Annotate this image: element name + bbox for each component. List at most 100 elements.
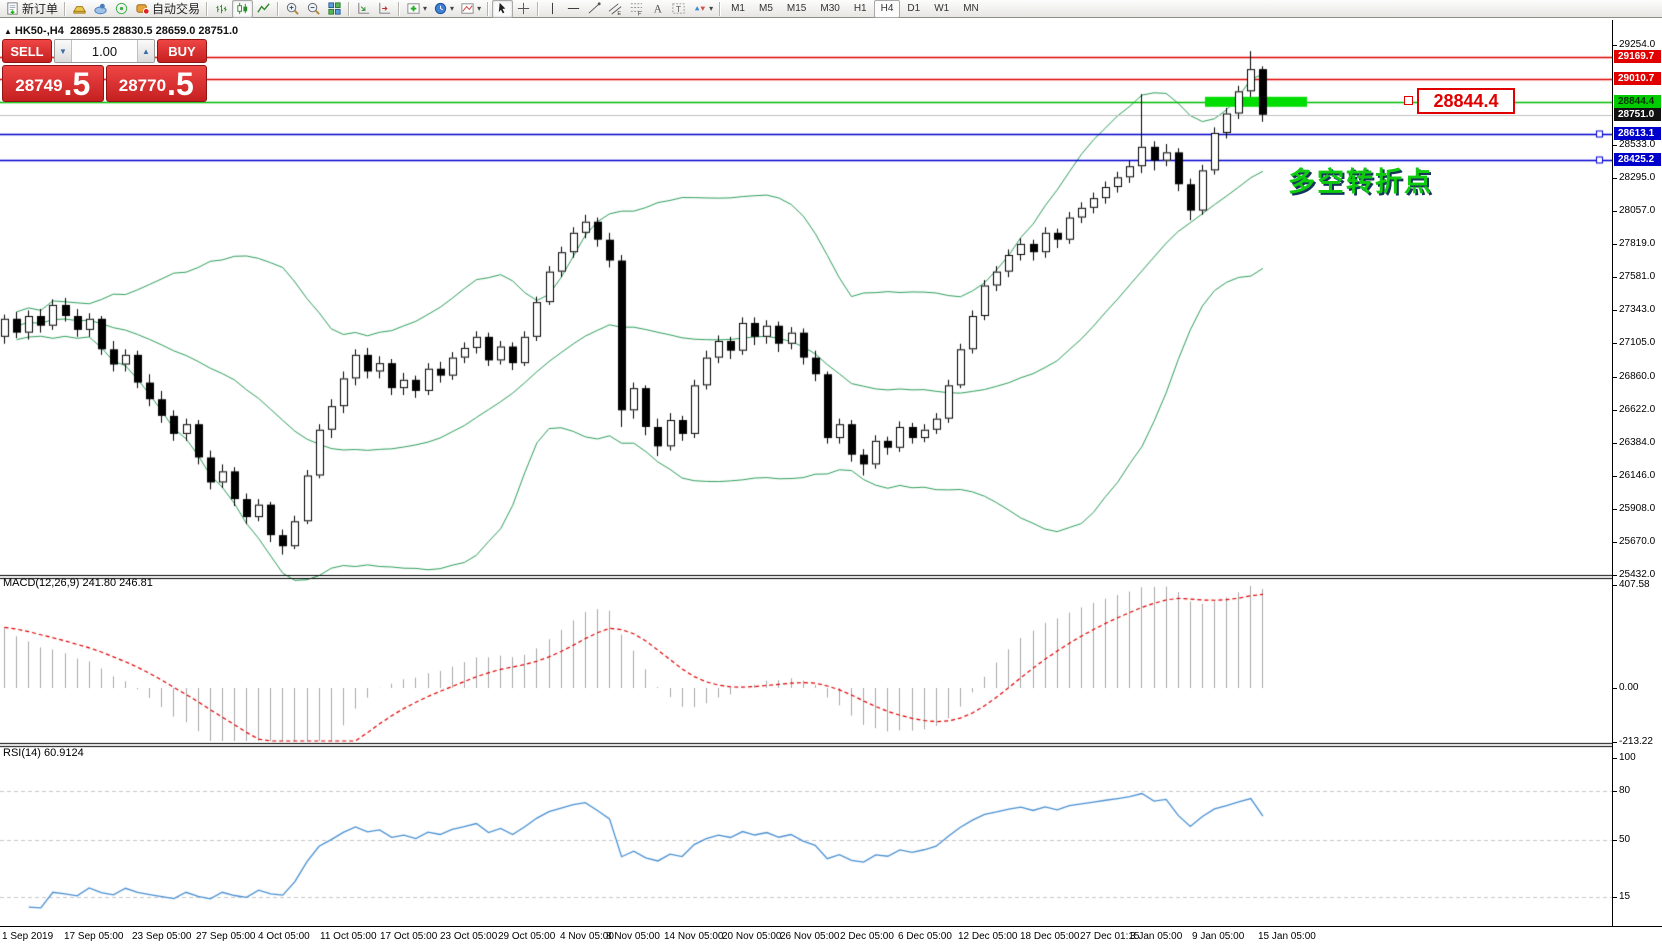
zoom-out-button[interactable] [303,0,324,18]
price-tick-label: 26146.0 [1619,470,1655,481]
svg-text:E: E [617,11,621,16]
toolbar-separator [64,2,66,16]
rsi-pane-label: RSI(14) 60.9124 [3,747,84,759]
buy-button[interactable]: BUY [157,39,207,63]
volume-decrease-button[interactable]: ▼ [55,40,72,62]
date-tick-label: 23 Sep 05:00 [132,931,192,942]
horizontal-line-button[interactable] [563,0,584,18]
doc-icon [5,1,20,16]
timeframe-h1-button[interactable]: H1 [847,0,874,18]
price-tick-label: 27581.0 [1619,271,1655,282]
timeframe-w1-button[interactable]: W1 [927,0,956,18]
volume-stepper: ▼ ▲ [54,39,155,63]
market-button[interactable] [69,0,90,18]
fibonacci-retracement-button[interactable]: F [626,0,647,18]
price-badge-28844.4: 28844.4 [1614,95,1661,108]
time-axis[interactable]: 1 Sep 201917 Sep 05:0023 Sep 05:0027 Sep… [0,926,1662,946]
timeframe-d1-button[interactable]: D1 [900,0,927,18]
trendline-button[interactable] [584,0,605,18]
price-badge-28751.0: 28751.0 [1614,108,1661,121]
sell-price-frac: .5 [64,69,91,99]
date-tick-label: 18 Dec 05:00 [1020,931,1080,942]
date-tick-label: 9 Jan 05:00 [1192,931,1244,942]
price-axis[interactable]: 29254.028533.028295.028057.027819.027581… [1612,20,1662,926]
vertical-line-button[interactable] [542,0,563,18]
sell-button[interactable]: SELL [2,39,52,63]
chart-symbol-period: HK50-,H4 [15,25,64,37]
toolbar-separator [206,2,208,16]
cursor-button[interactable] [492,0,513,18]
arrows-button[interactable]: ▾ [689,0,716,18]
equidistant-channel-button[interactable]: E [605,0,626,18]
date-tick-label: 15 Jan 05:00 [1258,931,1316,942]
shift-icon [377,1,392,16]
date-tick-label: 12 Dec 05:00 [958,931,1018,942]
periods-button[interactable]: ▾ [430,0,457,18]
price-tick-label: 25670.0 [1619,536,1655,547]
auto-trading-label: 自动交易 [152,0,200,17]
chart-title: ▲HK50-,H4 28695.5 28830.5 28659.0 28751.… [4,25,238,37]
signals-button[interactable] [111,0,132,18]
svg-text:F: F [638,12,642,16]
crosshair-button[interactable] [513,0,534,18]
zoom-in-button[interactable] [282,0,303,18]
candle-chart-button[interactable] [232,0,253,18]
toolbar-separator [277,2,279,16]
indicators-button[interactable]: ▾ [403,0,430,18]
price-tick-label: 27343.0 [1619,304,1655,315]
chart-ohlc-values: 28695.5 28830.5 28659.0 28751.0 [70,25,238,37]
vline-icon [545,1,560,16]
turning-point-annotation[interactable]: 多空转折点 [1288,160,1433,199]
toolbar-separator [719,2,721,16]
text-label-button[interactable]: T [668,0,689,18]
auto-trading-button[interactable]: 自动交易 [132,0,203,18]
price-badge-29010.7: 29010.7 [1614,72,1661,85]
periods-icon [433,1,448,16]
timeframe-m5-button[interactable]: M5 [752,0,780,18]
price-tick-label: 28533.0 [1619,139,1655,150]
buy-price-frac: .5 [167,69,194,99]
templates-button[interactable]: ▾ [457,0,484,18]
indicators-icon [406,1,421,16]
timeframe-mn-button[interactable]: MN [956,0,986,18]
toolbar-separator [398,2,400,16]
zoom-in-icon [285,1,300,16]
price-tick-label: 28295.0 [1619,172,1655,183]
bar-chart-button[interactable] [211,0,232,18]
volume-increase-button[interactable]: ▲ [137,40,154,62]
dropdown-caret-icon: ▾ [423,1,427,17]
community-button[interactable] [90,0,111,18]
auto-scroll-button[interactable] [353,0,374,18]
price-badge-28613.1: 28613.1 [1614,127,1661,140]
text-button[interactable]: A [647,0,668,18]
sell-price-button[interactable]: 28749.5 [2,65,104,102]
dropdown-caret-icon: ▾ [709,1,713,17]
rsi-scale-label: 15 [1619,891,1630,902]
new-order-button[interactable]: 新订单 [2,0,61,18]
callout-handle[interactable] [1404,96,1413,105]
price-chart-canvas[interactable] [0,20,1612,926]
macd-scale-label: 407.58 [1619,579,1650,590]
timeframe-m15-button[interactable]: M15 [780,0,813,18]
volume-input[interactable] [72,40,137,62]
tile-windows-button[interactable] [324,0,345,18]
price-callout-label[interactable]: 28844.4 [1417,88,1515,114]
one-click-trading-panel: SELL ▼ ▲ BUY 28749.5 28770.5 [2,39,207,102]
mt4-terminal-window: 新订单自动交易▾▾▾EFAT▾M1M5M15M30H1H4D1W1MN ▲HK5… [0,0,1662,946]
sell-price-int: 28749 [15,73,62,99]
timeframe-h4-button[interactable]: H4 [874,0,901,18]
timeframe-m1-button[interactable]: M1 [724,0,752,18]
date-tick-label: 14 Nov 05:00 [664,931,724,942]
price-badge-29169.7: 29169.7 [1614,50,1661,63]
shapes-icon [692,1,707,16]
chart-shift-button[interactable] [374,0,395,18]
line-chart-button[interactable] [253,0,274,18]
buy-price-button[interactable]: 28770.5 [106,65,208,102]
price-tick-label: 27819.0 [1619,238,1655,249]
dropdown-caret-icon: ▾ [477,1,481,17]
gold-icon [72,1,87,16]
date-tick-label: 11 Oct 05:00 [320,931,377,942]
hline-icon [566,1,581,16]
bars-icon [214,1,229,16]
timeframe-m30-button[interactable]: M30 [813,0,846,18]
